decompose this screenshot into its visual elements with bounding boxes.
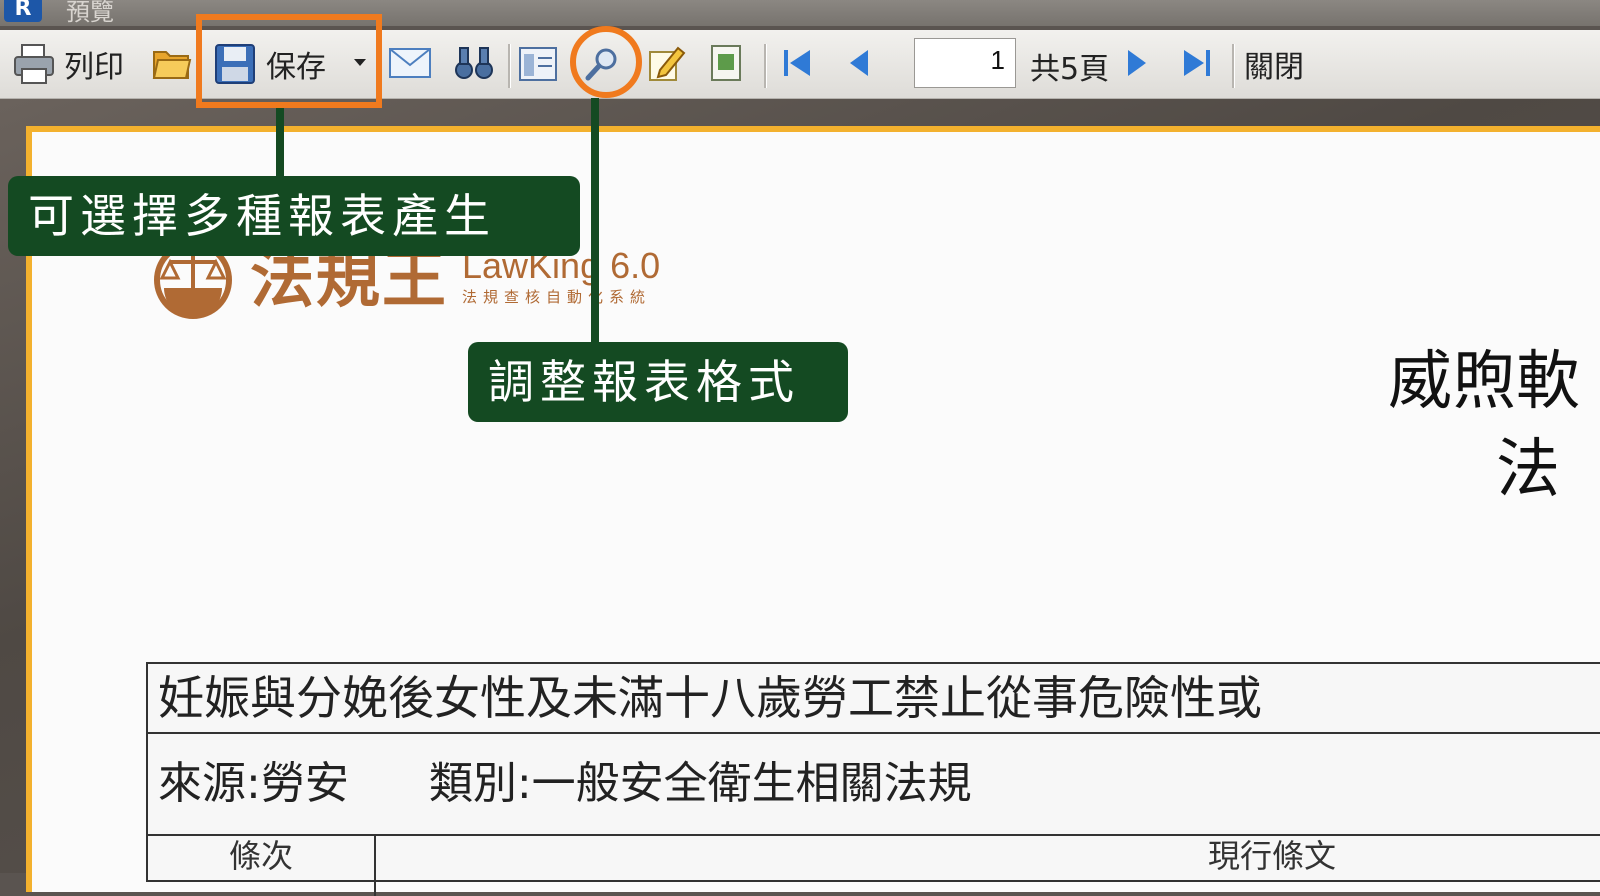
email-button[interactable] bbox=[388, 46, 432, 80]
print-label: 列印 bbox=[64, 50, 124, 85]
regulation-category: 類別:一般安全衛生相關法規 bbox=[428, 758, 972, 809]
format-callout: 調整報表格式 bbox=[468, 342, 848, 422]
layout-icon bbox=[519, 47, 557, 81]
toolbar-separator bbox=[764, 44, 767, 88]
printer-icon bbox=[14, 44, 54, 84]
regulation-table: 妊娠與分娩後女性及未滿十八歲勞工禁止從事危險性或 來源:勞安 類別:一般安全衛生相… bbox=[146, 662, 1600, 896]
document-image-icon bbox=[711, 45, 741, 81]
export-button[interactable] bbox=[708, 44, 744, 82]
next-page-button[interactable] bbox=[1124, 46, 1150, 80]
chevron-left-icon bbox=[850, 50, 868, 76]
binoculars-icon bbox=[455, 47, 493, 79]
first-page-icon bbox=[784, 50, 810, 76]
column-header-article: 條次 bbox=[148, 836, 376, 896]
page-number-input[interactable]: 1 bbox=[914, 38, 1016, 88]
previous-page-button[interactable] bbox=[846, 46, 872, 80]
find-button[interactable] bbox=[454, 44, 494, 82]
toolbar-separator bbox=[1232, 44, 1235, 88]
page-layout-button[interactable] bbox=[518, 46, 558, 82]
folder-open-icon bbox=[152, 51, 192, 79]
page-total: 共5頁 bbox=[1030, 44, 1109, 88]
save-callout-leader bbox=[276, 108, 284, 176]
column-header-current-text: 現行條文 bbox=[1208, 837, 1337, 875]
toolbar-separator bbox=[508, 44, 511, 88]
chevron-right-icon bbox=[1128, 50, 1146, 76]
regulation-meta-row: 來源:勞安 類別:一般安全衛生相關法規 bbox=[148, 734, 1600, 836]
save-callout: 可選擇多種報表產生 bbox=[8, 176, 580, 256]
regulation-source: 來源:勞安 bbox=[158, 758, 349, 809]
logo-subtitle: 法規查核自動化系統 bbox=[462, 288, 652, 306]
window-title: 預覽 bbox=[66, 0, 114, 26]
pencil-icon bbox=[649, 46, 686, 81]
report-title-line-2: 法 bbox=[1496, 433, 1560, 507]
page-total-label: 共5頁 bbox=[1030, 52, 1110, 87]
regulation-heading: 妊娠與分娩後女性及未滿十八歲勞工禁止從事危險性或 bbox=[148, 664, 1600, 734]
format-callout-leader bbox=[591, 98, 599, 342]
close-label: 關閉 bbox=[1244, 50, 1304, 85]
app-logo-icon: R bbox=[4, 0, 42, 22]
open-button[interactable] bbox=[152, 44, 192, 82]
print-button[interactable]: 列印 bbox=[12, 42, 124, 86]
last-page-button[interactable] bbox=[1180, 46, 1214, 80]
close-button[interactable]: 關閉 bbox=[1244, 42, 1304, 86]
envelope-icon bbox=[389, 48, 431, 78]
format-highlight-circle bbox=[570, 26, 642, 98]
last-page-icon bbox=[1184, 50, 1210, 76]
edit-button[interactable] bbox=[646, 42, 686, 82]
save-highlight-box bbox=[196, 14, 382, 108]
first-page-button[interactable] bbox=[780, 46, 814, 80]
report-title-line-1: 威煦軟 bbox=[1388, 345, 1580, 419]
